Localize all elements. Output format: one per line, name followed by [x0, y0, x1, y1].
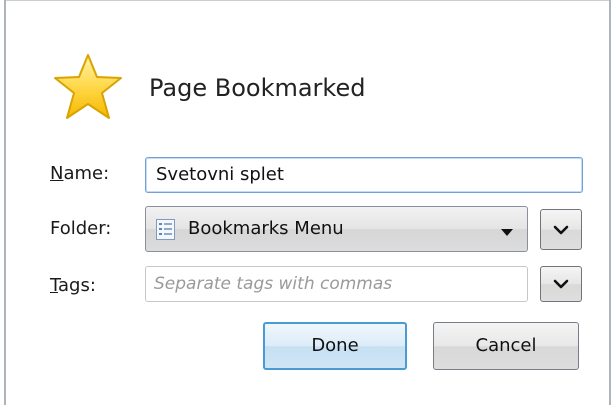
folder-select-value: Bookmarks Menu [188, 218, 344, 239]
tags-label-rest: ags: [58, 275, 96, 296]
dialog-right-border [609, 0, 611, 405]
name-label-accel: N [50, 163, 64, 184]
tags-input[interactable]: Separate tags with commas [145, 266, 528, 302]
bookmark-dialog: Page Bookmarked Name: Svetovni splet Fol… [0, 0, 616, 405]
name-input[interactable]: Svetovni splet [145, 157, 583, 193]
folder-tree-expander-button[interactable] [540, 209, 582, 250]
dialog-title: Page Bookmarked [149, 74, 366, 102]
tags-label: Tags: [50, 275, 96, 296]
name-label: Name: [50, 163, 109, 184]
tags-expander-button[interactable] [540, 266, 582, 302]
cancel-button[interactable]: Cancel [433, 322, 579, 370]
done-button[interactable]: Done [263, 322, 407, 370]
dropdown-caret-icon [501, 229, 513, 236]
bookmarks-folder-icon [156, 219, 175, 240]
folder-select[interactable]: Bookmarks Menu [145, 206, 528, 252]
dialog-top-border [6, 0, 609, 1]
name-label-rest: ame: [63, 163, 110, 184]
star-icon [54, 54, 122, 119]
chevron-down-icon [553, 225, 569, 234]
folder-label: Folder: [50, 218, 112, 239]
tags-label-accel: T [50, 275, 59, 296]
chevron-down-icon [553, 279, 569, 289]
dialog-left-border [4, 0, 6, 405]
